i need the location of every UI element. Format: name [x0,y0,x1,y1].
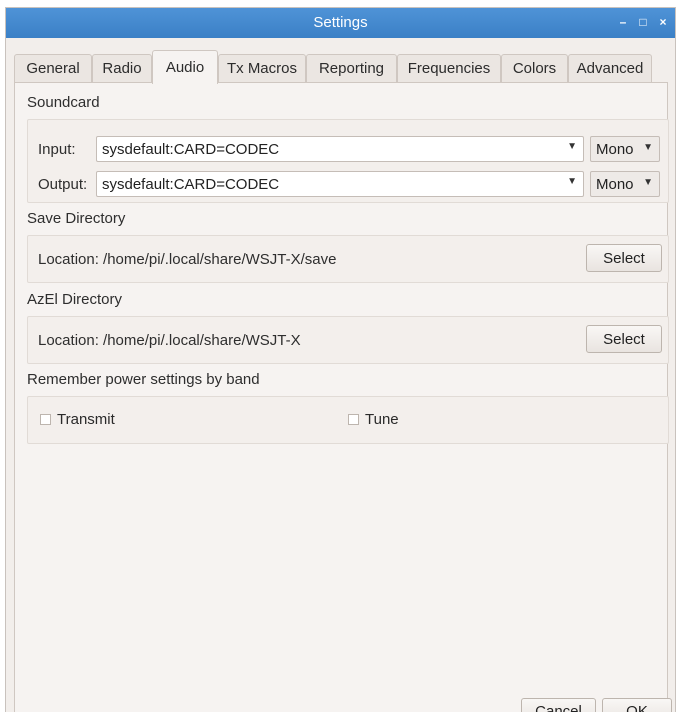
tab-colors[interactable]: Colors [501,54,568,82]
save-directory-select-button[interactable]: Select [586,244,662,272]
save-directory-location: Location: /home/pi/.local/share/WSJT-X/s… [38,251,337,268]
tab-bar: General Radio Audio Tx Macros Reporting … [14,48,667,84]
tab-audio[interactable]: Audio [152,50,218,84]
transmit-checkbox-row[interactable]: Transmit [40,411,115,428]
audio-tab-pane: Soundcard Input: sysdefault:CARD=CODEC ▼… [14,82,669,712]
save-directory-group: Location: /home/pi/.local/share/WSJT-X/s… [27,235,669,283]
minimize-button[interactable]: – [615,13,631,31]
settings-window: Settings – □ × General Radio Audio Tx Ma… [6,8,675,712]
title-bar[interactable]: Settings – □ × [6,8,675,38]
azel-directory-group: Location: /home/pi/.local/share/WSJT-X S… [27,316,669,364]
save-directory-heading: Save Directory [27,210,126,227]
output-channel-value: Mono [596,175,634,193]
input-channel-value: Mono [596,140,634,158]
input-device-value: sysdefault:CARD=CODEC [102,140,280,158]
transmit-label: Transmit [57,411,115,428]
power-settings-group: Transmit Tune [27,396,669,444]
output-channel-combo[interactable]: Mono ▼ [590,171,660,197]
input-channel-combo[interactable]: Mono ▼ [590,136,660,162]
azel-directory-location: Location: /home/pi/.local/share/WSJT-X [38,332,301,349]
tab-frequencies[interactable]: Frequencies [397,54,501,82]
output-label: Output: [38,176,88,193]
chevron-down-icon: ▼ [643,142,653,153]
maximize-button[interactable]: □ [635,13,651,31]
tune-checkbox[interactable] [348,414,359,425]
chevron-down-icon: ▼ [643,177,653,188]
close-button[interactable]: × [655,13,671,31]
cancel-button[interactable]: Cancel [521,698,596,712]
soundcard-heading: Soundcard [27,94,100,111]
azel-directory-heading: AzEl Directory [27,291,123,308]
ok-button[interactable]: OK [602,698,672,712]
power-settings-heading: Remember power settings by band [27,371,260,388]
azel-directory-select-button[interactable]: Select [586,325,662,353]
tune-label: Tune [365,411,399,428]
tune-checkbox-row[interactable]: Tune [348,411,399,428]
tab-general[interactable]: General [14,54,92,82]
output-device-combo[interactable]: sysdefault:CARD=CODEC ▼ [96,171,584,197]
tab-reporting[interactable]: Reporting [306,54,397,82]
window-title: Settings [313,14,368,31]
chevron-down-icon: ▼ [567,141,577,152]
window-controls: – □ × [615,13,671,31]
tab-radio[interactable]: Radio [92,54,152,82]
tab-tx-macros[interactable]: Tx Macros [218,54,306,82]
chevron-down-icon: ▼ [567,176,577,187]
input-device-combo[interactable]: sysdefault:CARD=CODEC ▼ [96,136,584,162]
soundcard-group: Input: sysdefault:CARD=CODEC ▼ Mono ▼ Ou… [27,119,669,203]
dialog-button-bar: Cancel OK [6,698,675,712]
transmit-checkbox[interactable] [40,414,51,425]
tab-advanced[interactable]: Advanced [568,54,652,82]
input-label: Input: [38,141,76,158]
output-device-value: sysdefault:CARD=CODEC [102,175,280,193]
